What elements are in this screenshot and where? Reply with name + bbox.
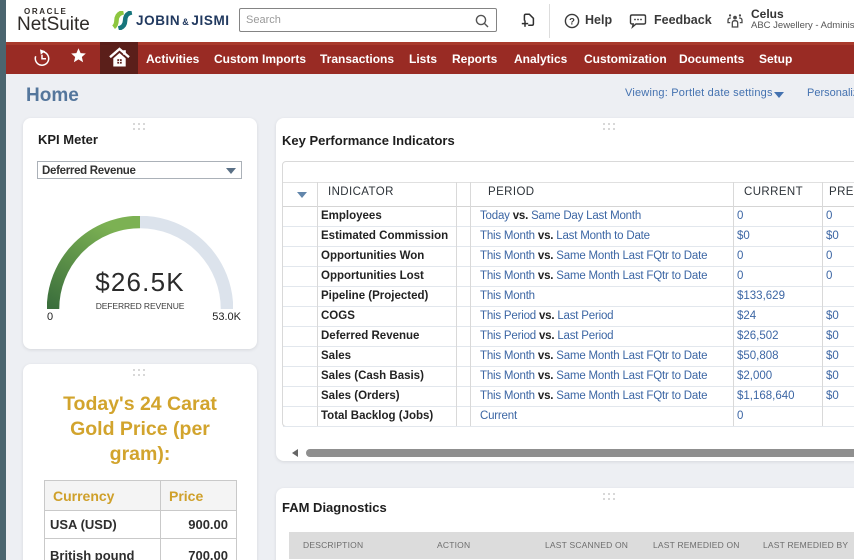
svg-text:?: ? [569,16,575,27]
